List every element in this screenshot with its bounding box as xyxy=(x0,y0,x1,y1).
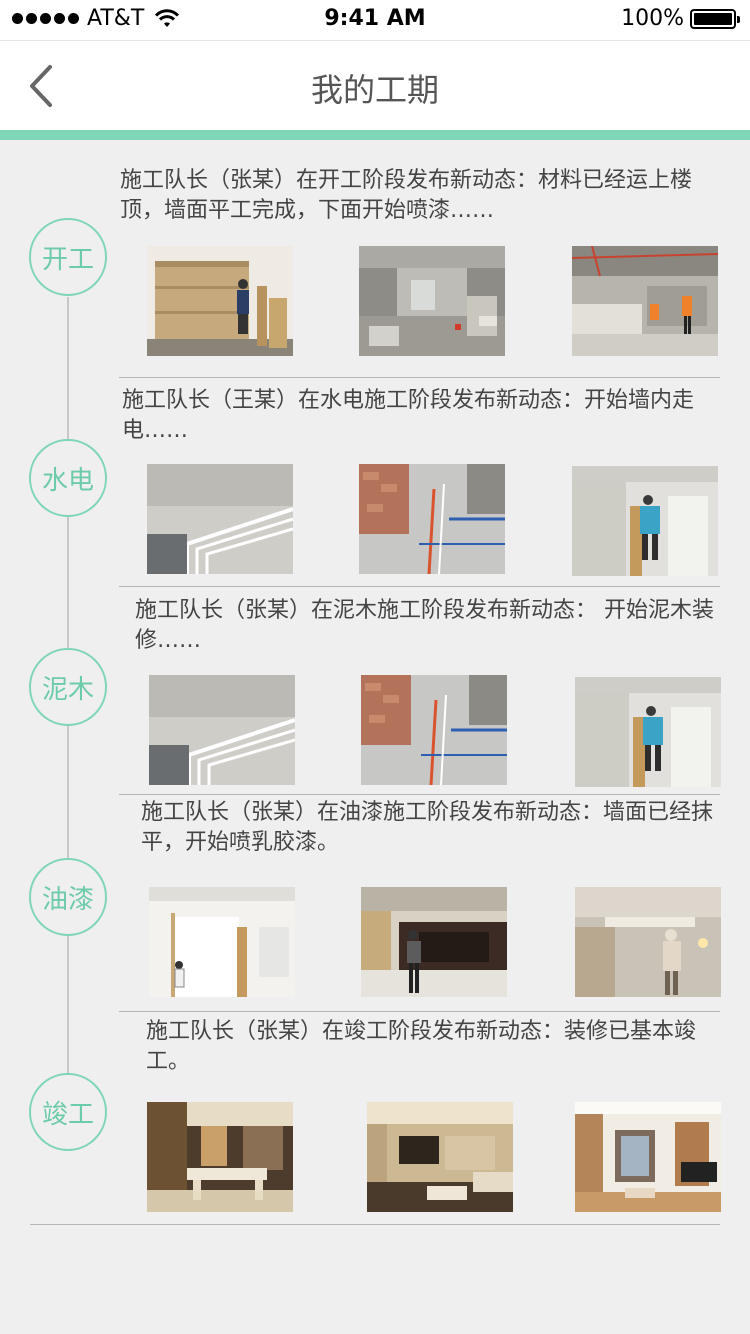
divider xyxy=(119,377,720,378)
ceiling-painting-worker-photo[interactable] xyxy=(575,887,721,997)
dining-room-finished-photo[interactable] xyxy=(147,1102,293,1212)
stage-circle-shuidian[interactable]: 水电 xyxy=(29,439,107,517)
tv-wall-painting-photo[interactable] xyxy=(361,887,507,997)
floor-wiring-bricks-photo[interactable] xyxy=(359,464,505,574)
stage-update-text: 施工队长（张某）在泥木施工阶段发布新动态： 开始泥木装修…… xyxy=(135,598,714,653)
study-room-piano-photo[interactable] xyxy=(575,1102,721,1212)
stage-circle-kaigong[interactable]: 开工 xyxy=(29,218,107,296)
worker-ladder-wall-photo[interactable] xyxy=(572,466,718,576)
stage-circle-nimu[interactable]: 泥木 xyxy=(29,648,107,726)
accent-bar xyxy=(0,130,750,140)
status-bar: AT&T 9:41 AM 100% xyxy=(0,0,750,40)
divider xyxy=(119,794,720,795)
divider xyxy=(119,1011,720,1012)
worker-ladder-wall-photo[interactable] xyxy=(575,677,721,787)
status-right: 100% xyxy=(621,6,740,31)
wall-conduit-pipes-photo[interactable] xyxy=(149,675,295,785)
battery-icon xyxy=(690,8,740,29)
stage-update-text: 施工队长（张某）在油漆施工阶段发布新动态：墙面已经抹平，开始喷乳胶漆。 xyxy=(141,800,714,855)
stage-circle-jungong[interactable]: 竣工 xyxy=(29,1073,107,1151)
living-room-finished-photo[interactable] xyxy=(367,1102,513,1212)
site-workers-orange-photo[interactable] xyxy=(572,246,718,356)
stage-update-text: 施工队长（张某）在开工阶段发布新动态：材料已经运上楼顶，墙面平工完成，下面开始喷… xyxy=(120,168,693,223)
stage-update-text: 施工队长（张某）在竣工阶段发布新动态：装修已基本竣工。 xyxy=(146,1019,697,1074)
divider xyxy=(30,1224,720,1225)
nav-bar: 我的工期 xyxy=(0,40,750,130)
divider xyxy=(119,586,720,587)
stage-circle-youqi[interactable]: 油漆 xyxy=(29,858,107,936)
wood-panel-wall-worker-photo[interactable] xyxy=(147,246,293,356)
floor-wiring-bricks-photo[interactable] xyxy=(361,675,507,785)
stage-update-text: 施工队长（王某）在水电施工阶段发布新动态：开始墙内走电…… xyxy=(122,388,695,443)
battery-label: 100% xyxy=(621,6,684,31)
rough-room-debris-photo[interactable] xyxy=(359,246,505,356)
white-room-painting-photo[interactable] xyxy=(149,887,295,997)
wall-conduit-pipes-photo[interactable] xyxy=(147,464,293,574)
page-title: 我的工期 xyxy=(310,71,439,109)
